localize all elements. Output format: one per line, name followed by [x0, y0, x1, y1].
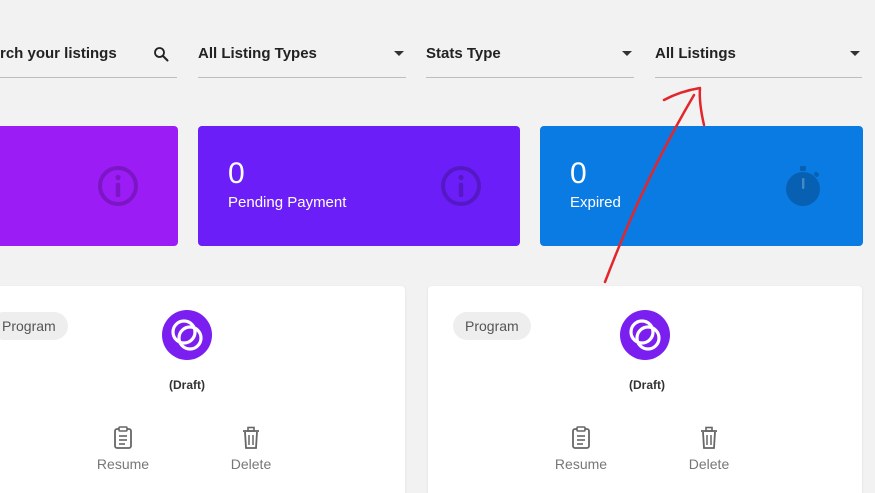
delete-button[interactable]: Delete — [211, 426, 291, 472]
search-input[interactable]: rch your listings — [0, 45, 117, 62]
delete-label: Delete — [230, 456, 272, 472]
brand-logo-icon — [162, 310, 212, 360]
resume-label: Resume — [96, 456, 150, 472]
listings-status-select[interactable]: All Listings — [655, 30, 862, 78]
category-badge: Program — [0, 312, 68, 340]
listing-card: Program (Draft) Resume Delete — [0, 286, 405, 493]
dashboard-root: rch your listings All Listing Types Stat… — [0, 0, 875, 493]
stopwatch-icon — [786, 166, 820, 206]
clipboard-icon — [114, 426, 132, 449]
info-icon — [98, 166, 138, 206]
chevron-down-icon — [394, 51, 404, 56]
resume-button[interactable]: Resume — [83, 426, 163, 472]
search-field[interactable]: rch your listings — [0, 30, 177, 78]
listing-status: (Draft) — [629, 378, 665, 392]
stats-type-value: Stats Type — [426, 45, 501, 62]
resume-button[interactable]: Resume — [541, 426, 621, 472]
delete-label: Delete — [688, 456, 730, 472]
listing-types-select[interactable]: All Listing Types — [198, 30, 406, 78]
listing-status: (Draft) — [169, 378, 205, 392]
listings-status-value: All Listings — [655, 45, 736, 62]
info-icon — [441, 166, 481, 206]
brand-logo-icon — [620, 310, 670, 360]
resume-label: Resume — [554, 456, 608, 472]
search-icon[interactable] — [153, 46, 169, 62]
stats-type-select[interactable]: Stats Type — [426, 30, 634, 78]
stat-card-total: al — [0, 126, 178, 246]
chevron-down-icon — [622, 51, 632, 56]
clipboard-icon — [572, 426, 590, 449]
trash-icon — [243, 426, 259, 449]
stat-card-pending-payment: 0 Pending Payment — [198, 126, 520, 246]
listing-card: Program (Draft) Resume Delete — [428, 286, 862, 493]
stat-value: 0 — [570, 157, 587, 190]
chevron-down-icon — [850, 51, 860, 56]
stat-card-expired: 0 Expired — [540, 126, 863, 246]
listing-types-value: All Listing Types — [198, 45, 317, 62]
delete-button[interactable]: Delete — [669, 426, 749, 472]
category-badge: Program — [453, 312, 531, 340]
stat-value: 0 — [228, 157, 245, 190]
stat-label: Pending Payment — [228, 194, 347, 211]
stat-label: Expired — [570, 194, 621, 211]
trash-icon — [701, 426, 717, 449]
